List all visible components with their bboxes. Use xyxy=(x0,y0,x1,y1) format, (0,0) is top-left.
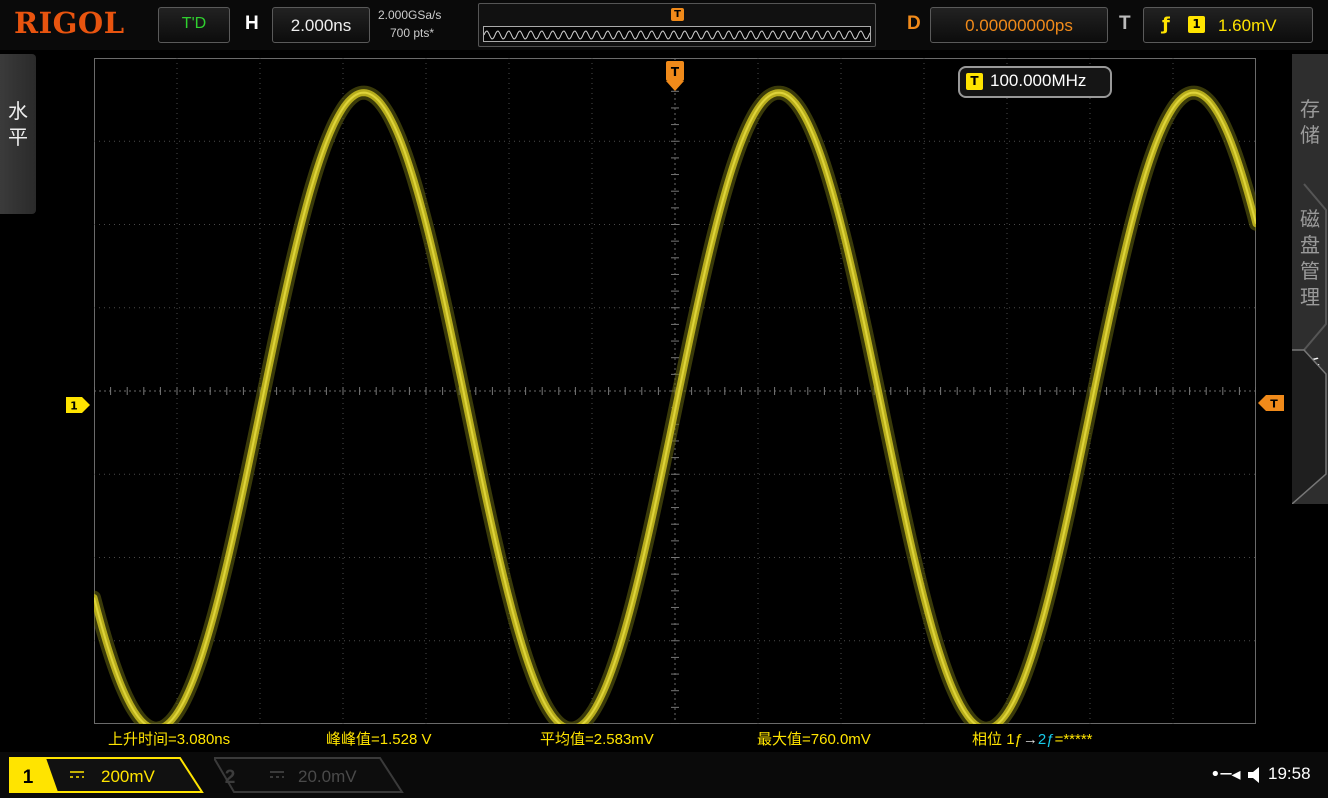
measurement-phase-value: =***** xyxy=(1054,731,1093,748)
sample-rate: 2.000GSa/s xyxy=(378,8,442,22)
bottom-channel-bar: 1 200mV 2 20.0mV •─◂ 19:58 xyxy=(0,752,1328,798)
trigger-position-marker-label: T xyxy=(671,65,680,79)
frequency-counter[interactable]: T 100.000MHz xyxy=(958,66,1112,98)
measurement-phase-label: 相位 xyxy=(972,731,1003,748)
softkey-dividers xyxy=(1292,183,1327,504)
phase-arrow-icon: → xyxy=(1022,731,1038,748)
timebase-value: 2.000ns xyxy=(290,16,352,35)
ch1-offset-marker-label: 1 xyxy=(70,400,78,413)
trigger-level-marker[interactable]: T xyxy=(1258,395,1284,411)
trigger-level-marker-label: T xyxy=(1270,398,1278,411)
usb-icon: •─◂ xyxy=(1210,764,1241,785)
delay-label: D xyxy=(907,13,921,34)
measurement-phase: 相位 1ƒ→2ƒ=***** xyxy=(972,728,1093,749)
rising-edge-icon: ƒ xyxy=(1162,14,1170,35)
horizontal-menu-label: 水平 xyxy=(8,99,28,149)
horizontal-label: H xyxy=(245,13,259,34)
acquisition-info: 2.000GSa/s 700 pts* xyxy=(378,6,441,42)
trigger-source-badge: 1 xyxy=(1188,16,1205,33)
overview-waveform-svg xyxy=(483,30,871,40)
frequency-counter-badge: T xyxy=(966,73,983,90)
ch1-scale: 200mV xyxy=(101,767,156,786)
frequency-value: 100.000MHz xyxy=(990,71,1087,90)
memory-depth: 700 pts* xyxy=(390,26,435,40)
trigger-field[interactable]: ƒ 1 1.60mV xyxy=(1143,7,1313,43)
softkey-menu: 存储 磁盘管理 新建文件 xyxy=(1292,54,1328,504)
ch1-offset-marker[interactable]: 1 xyxy=(66,397,90,413)
waveform-display[interactable] xyxy=(94,58,1256,724)
run-status-text: T'D xyxy=(181,15,207,32)
measurement-average: 平均值=2.583mV xyxy=(540,731,654,748)
overview-trigger-marker: T xyxy=(671,8,684,21)
ch2-number: 2 xyxy=(225,767,236,788)
measurement-bar: 上升时间=3.080ns 峰峰值=1.528 V 平均值=2.583mV 最大值… xyxy=(94,728,1256,750)
trigger-level-value: 1.60mV xyxy=(1218,16,1277,35)
brand-logo: RIGOL xyxy=(14,6,125,40)
delay-field[interactable]: 0.00000000ps xyxy=(930,7,1108,43)
ch1-scale-tab[interactable]: 1 200mV xyxy=(6,756,204,794)
ch1-number: 1 xyxy=(23,767,34,788)
overview-waveform xyxy=(483,26,871,42)
trigger-label: T xyxy=(1119,13,1131,34)
phase-ch1-edge-icon: 1ƒ xyxy=(1006,731,1023,748)
measurement-maximum: 最大值=760.0mV xyxy=(757,731,871,748)
horizontal-menu-tab[interactable]: 水平 xyxy=(0,54,36,214)
ch2-scale: 20.0mV xyxy=(298,767,357,786)
top-status-bar: RIGOL T'D H 2.000ns 2.000GSa/s 700 pts* … xyxy=(0,0,1328,50)
measurement-rise-time: 上升时间=3.080ns xyxy=(108,731,231,748)
timebase-field[interactable]: 2.000ns xyxy=(272,7,370,43)
trigger-position-marker[interactable]: T xyxy=(666,61,684,91)
delay-value: 0.00000000ps xyxy=(965,16,1073,35)
memory-overview[interactable]: T xyxy=(478,3,876,47)
ch2-scale-tab[interactable]: 2 20.0mV xyxy=(214,756,404,794)
measurement-vpp: 峰峰值=1.528 V xyxy=(326,731,432,748)
speaker-icon[interactable] xyxy=(1246,765,1264,785)
phase-ch2-edge-icon: 2ƒ xyxy=(1037,731,1055,748)
system-clock: 19:58 xyxy=(1268,764,1311,783)
run-status-badge[interactable]: T'D xyxy=(158,7,230,43)
